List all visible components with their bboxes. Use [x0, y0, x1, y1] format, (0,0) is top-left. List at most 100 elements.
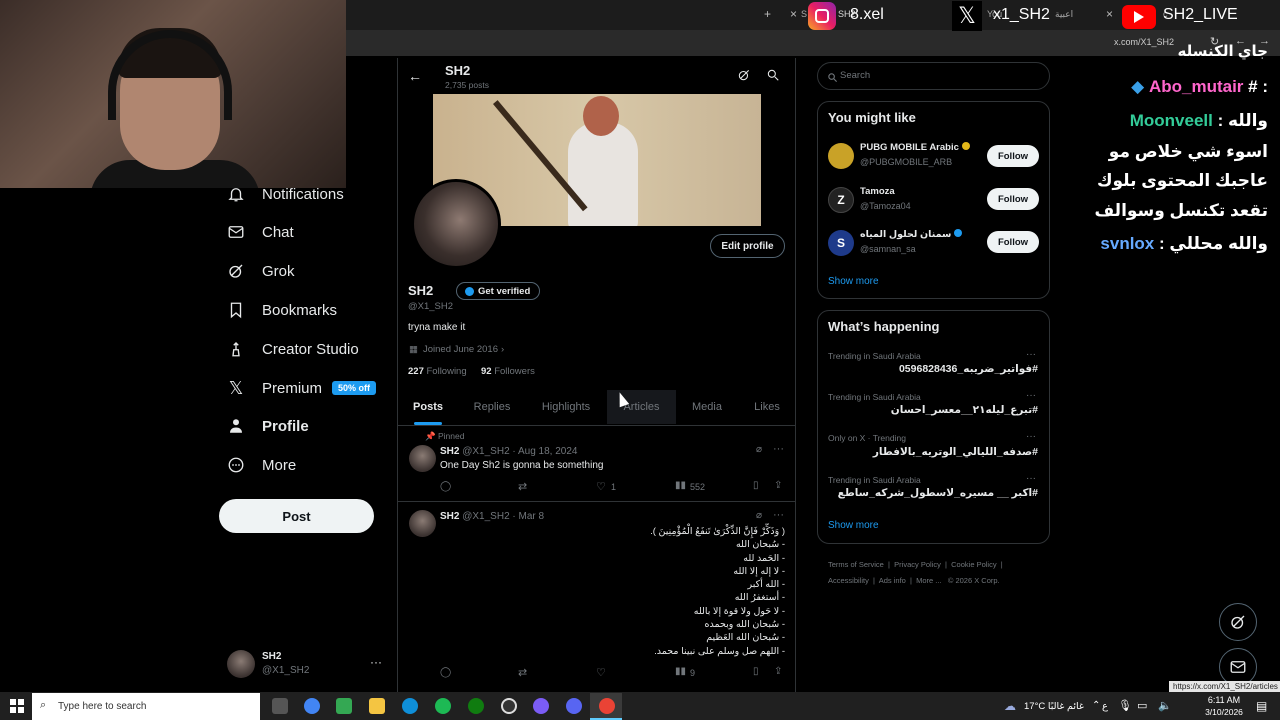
account-name[interactable]: SH2 [262, 651, 281, 662]
views-icon[interactable]: ▮▮ [675, 480, 686, 491]
suggestion-avatar[interactable] [828, 143, 854, 169]
tweet-avatar[interactable] [409, 445, 436, 472]
grok-float-button[interactable] [1219, 603, 1257, 641]
tab-close-icon[interactable]: × [790, 7, 797, 21]
trend-title[interactable]: #اكبر __ مسيره_لاسطول_شركه_ساطع [838, 487, 1038, 499]
follow-button[interactable]: Follow [987, 231, 1039, 253]
trend-title[interactable]: #تبرع_ليله٢١__معسر_احسان [891, 404, 1038, 416]
obs-icon[interactable] [501, 698, 517, 714]
followers-link[interactable]: 92 Followers [481, 366, 535, 377]
tweet-more-icon[interactable]: ··· [773, 509, 784, 521]
xbox-icon[interactable] [468, 698, 484, 714]
footer-link[interactable]: Cookie Policy [951, 560, 996, 569]
nav-grok[interactable]: Grok [226, 256, 295, 286]
new-tab-icon[interactable]: + [764, 7, 771, 21]
trend-more-icon[interactable]: ··· [1026, 473, 1036, 484]
suggestion-name[interactable]: PUBG MOBILE Arabic [860, 142, 970, 153]
app-icon[interactable] [533, 698, 549, 714]
profile-avatar[interactable] [411, 179, 501, 269]
tray-chevron-icon[interactable]: ⌃ [1092, 700, 1100, 711]
reply-icon[interactable]: ◯ [440, 481, 451, 492]
search-input[interactable]: Search [817, 62, 1050, 90]
tab-replies[interactable]: Replies [470, 390, 514, 424]
grok-icon[interactable]: ⌀ [756, 444, 762, 455]
clock-date[interactable]: 3/10/2026 [1202, 707, 1246, 717]
follow-button[interactable]: Follow [987, 145, 1039, 167]
tab-likes[interactable]: Likes [750, 390, 784, 424]
retweet-icon[interactable]: ⇄ [518, 480, 527, 493]
get-verified-button[interactable]: Get verified [456, 282, 541, 300]
microphone-icon[interactable]: 🎙 [1118, 699, 1132, 712]
windows-start-icon[interactable] [10, 699, 24, 713]
tab-media[interactable]: Media [687, 390, 727, 424]
follow-button[interactable]: Follow [987, 188, 1039, 210]
task-view-icon[interactable] [272, 698, 288, 714]
post-button[interactable]: Post [219, 499, 374, 533]
account-more-icon[interactable]: ··· [370, 655, 382, 669]
suggestion-avatar[interactable]: S [828, 230, 854, 256]
reply-icon[interactable]: ◯ [440, 667, 451, 678]
trend-more-icon[interactable]: ··· [1026, 390, 1036, 401]
url-text[interactable]: x.com/X1_SH2 [1114, 37, 1174, 47]
retweet-icon[interactable]: ⇄ [518, 666, 527, 679]
weather-text[interactable]: 17°C غائم غالبًا [1024, 701, 1084, 712]
nav-bookmarks[interactable]: Bookmarks [226, 295, 337, 325]
tweet-avatar[interactable] [409, 510, 436, 537]
edit-profile-button[interactable]: Edit profile [710, 234, 785, 258]
spotify-icon[interactable] [435, 698, 451, 714]
chrome-active-icon[interactable] [599, 698, 615, 714]
show-more-link[interactable]: Show more [828, 520, 879, 531]
share-icon[interactable]: ⇪ [774, 480, 782, 491]
tweet-more-icon[interactable]: ··· [773, 443, 784, 455]
search-icon[interactable] [766, 68, 780, 87]
grok-icon[interactable] [737, 68, 751, 87]
notifications-icon[interactable]: ▤ [1256, 699, 1267, 713]
tweet-author[interactable]: SH2 [440, 446, 459, 457]
bookmark-icon[interactable]: ▯ [753, 666, 759, 677]
volume-icon[interactable]: 🔈 [1158, 699, 1172, 712]
like-icon[interactable]: ♡ [596, 666, 606, 679]
nav-premium[interactable]: 𝕏 Premium 50% off [226, 373, 377, 403]
clock-time[interactable]: 6:11 AM [1204, 695, 1244, 705]
like-icon[interactable]: ♡ [596, 480, 606, 493]
taskbar-search-input[interactable]: ⌕ Type here to search [32, 693, 260, 720]
grok-icon[interactable]: ⌀ [756, 510, 762, 521]
chrome-icon[interactable] [304, 698, 320, 714]
network-icon[interactable]: ▭ [1137, 699, 1147, 712]
footer-link[interactable]: Privacy Policy [894, 560, 941, 569]
show-more-link[interactable]: Show more [828, 276, 879, 287]
play-store-icon[interactable] [336, 698, 352, 714]
nav-more[interactable]: More [226, 450, 296, 480]
nav-creator-studio[interactable]: Creator Studio [226, 334, 359, 364]
tab-close-icon[interactable]: × [1106, 7, 1113, 21]
back-arrow-icon[interactable]: ← [408, 68, 422, 84]
trend-more-icon[interactable]: ··· [1026, 431, 1036, 442]
suggestion-avatar[interactable]: Z [828, 187, 854, 213]
tweet-author[interactable]: SH2 [440, 511, 459, 522]
browser-tab[interactable]: S [801, 9, 807, 19]
trend-title[interactable]: #صدفه_الليالي_الوتريه_بالافطار [873, 446, 1038, 458]
share-icon[interactable]: ⇪ [774, 666, 782, 677]
edge-icon[interactable] [402, 698, 418, 714]
tab-highlights[interactable]: Highlights [538, 390, 594, 424]
bookmark-icon[interactable]: ▯ [753, 480, 759, 491]
account-handle[interactable]: @X1_SH2 [262, 665, 309, 676]
footer-link[interactable]: More ... [916, 576, 941, 585]
footer-link[interactable]: Terms of Service [828, 560, 884, 569]
trend-more-icon[interactable]: ··· [1026, 349, 1036, 360]
following-link[interactable]: 227 Following [408, 366, 467, 377]
file-explorer-icon[interactable] [369, 698, 385, 714]
trend-title[interactable]: #فواتير_ضريبه_0596828436 [899, 363, 1038, 375]
suggestion-name[interactable]: سمنان لحلول المياه [860, 229, 962, 240]
language-indicator[interactable]: ع [1102, 701, 1108, 712]
footer-link[interactable]: Ads info [879, 576, 906, 585]
browser-tab[interactable]: اعبية [1055, 9, 1073, 20]
account-avatar[interactable] [227, 650, 255, 678]
discord-icon[interactable] [566, 698, 582, 714]
tab-posts[interactable]: Posts [408, 390, 448, 424]
nav-chat[interactable]: Chat [226, 217, 294, 247]
footer-link[interactable]: Accessibility [828, 576, 869, 585]
nav-profile[interactable]: Profile [226, 411, 309, 441]
views-icon[interactable]: ▮▮ [675, 666, 686, 677]
suggestion-name[interactable]: Tamoza [860, 186, 895, 197]
